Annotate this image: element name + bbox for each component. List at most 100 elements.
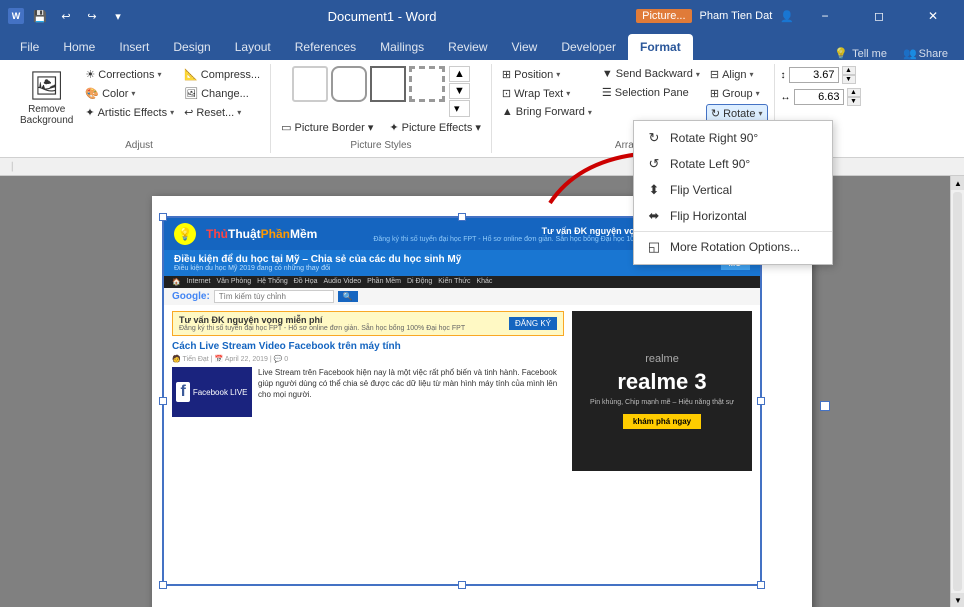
ad-dang-ky-button[interactable]: ĐĂNG KÝ: [509, 317, 557, 330]
height-down-button[interactable]: ▼: [842, 75, 856, 84]
site-tagline: Tư vấn ĐK nguyện vọng miễn phí: [327, 226, 685, 236]
height-input[interactable]: [789, 67, 839, 83]
handle-ml[interactable]: [159, 397, 167, 405]
width-spinner[interactable]: ▲ ▼: [847, 88, 861, 106]
nav-mobile[interactable]: Di Động: [407, 278, 432, 286]
position-button[interactable]: ⊞ Position ▾: [498, 66, 596, 83]
wrap-text-button[interactable]: ⊡ Wrap Text ▾: [498, 85, 596, 102]
width-input[interactable]: [794, 89, 844, 105]
nav-home[interactable]: 🏠: [172, 278, 181, 286]
selection-pane-button[interactable]: ☰ Selection Pane: [598, 84, 704, 101]
reset-button[interactable]: ↩ Reset... ▾: [180, 104, 264, 121]
scroll-up-button[interactable]: ▲: [951, 176, 964, 190]
position-icon: ⊞: [502, 68, 511, 81]
handle-mr[interactable]: [757, 397, 765, 405]
rotate-left-item[interactable]: ↺ Rotate Left 90°: [634, 151, 832, 177]
reset-icon: ↩: [184, 106, 193, 119]
rotate-right-item[interactable]: ↻ Rotate Right 90°: [634, 125, 832, 151]
handle-bl[interactable]: [159, 581, 167, 589]
user-name[interactable]: Pham Tien Dat: [700, 10, 773, 22]
tab-file[interactable]: File: [8, 34, 51, 60]
change-picture-icon: 🖼: [184, 87, 198, 100]
style-down-button[interactable]: ▼: [449, 83, 470, 99]
compress-button[interactable]: 📐 Compress...: [180, 66, 264, 83]
tab-home[interactable]: Home: [51, 34, 107, 60]
share-button[interactable]: 👥 Share: [895, 47, 956, 60]
remove-bg-icon: 🖼: [29, 69, 65, 102]
close-button[interactable]: ✕: [910, 0, 956, 32]
context-tab-label[interactable]: Picture...: [636, 9, 691, 23]
realme-cta-button[interactable]: khám phá ngay: [623, 414, 701, 429]
handle-tc[interactable]: [458, 213, 466, 221]
tab-developer[interactable]: Developer: [549, 34, 628, 60]
share-label: Share: [919, 48, 948, 60]
restore-button[interactable]: ◻: [856, 0, 902, 32]
corrections-icon: ☀: [85, 68, 95, 81]
tab-format[interactable]: Format: [628, 34, 693, 60]
tab-insert[interactable]: Insert: [107, 34, 161, 60]
redo-qat-button[interactable]: ↪: [82, 6, 102, 26]
site-search-input[interactable]: [214, 290, 334, 303]
style-swatch-2[interactable]: [331, 66, 367, 102]
rotate-dropdown: ↻ Rotate Right 90° ↺ Rotate Left 90° ⬍ F…: [633, 120, 833, 265]
handle-tl[interactable]: [159, 213, 167, 221]
tab-review[interactable]: Review: [436, 34, 499, 60]
scroll-thumb[interactable]: [953, 192, 962, 591]
style-swatch-4[interactable]: [409, 66, 445, 102]
nav-office[interactable]: Văn Phòng: [216, 278, 251, 286]
nav-software[interactable]: Phần Mềm: [367, 278, 401, 286]
picture-border-button[interactable]: ▭ Picture Border ▾: [277, 119, 377, 136]
align-button[interactable]: ⊟ Align ▾: [706, 66, 768, 83]
style-swatch-3[interactable]: [370, 66, 406, 102]
flip-vertical-item[interactable]: ⬍ Flip Vertical: [634, 177, 832, 203]
send-backward-button[interactable]: ▼ Send Backward ▾: [598, 66, 704, 82]
scroll-down-button[interactable]: ▼: [951, 593, 964, 607]
tab-mailings[interactable]: Mailings: [368, 34, 436, 60]
tell-me-box[interactable]: 💡 Tell me: [826, 47, 895, 60]
scroll-handle-right[interactable]: [820, 401, 830, 411]
group-button[interactable]: ⊞ Group ▾: [706, 85, 768, 102]
tab-layout[interactable]: Layout: [223, 34, 283, 60]
handle-br[interactable]: [757, 581, 765, 589]
account-icon[interactable]: 👤: [780, 10, 794, 23]
flip-vertical-icon: ⬍: [646, 182, 662, 198]
nav-internet[interactable]: Internet: [187, 278, 211, 286]
effects-button[interactable]: ✦ Artistic Effects ▾: [81, 104, 178, 121]
width-up-button[interactable]: ▲: [847, 88, 861, 97]
bring-forward-button[interactable]: ▲ Bring Forward ▾: [498, 104, 596, 120]
style-swatch-1[interactable]: [292, 66, 328, 102]
height-spinner[interactable]: ▲ ▼: [842, 66, 856, 84]
handle-bc[interactable]: [458, 581, 466, 589]
vertical-scrollbar[interactable]: ▲ ▼: [950, 176, 964, 607]
minimize-button[interactable]: −: [802, 0, 848, 32]
qat-more-button[interactable]: ▾: [108, 6, 128, 26]
nav-system[interactable]: Hệ Thống: [257, 278, 288, 286]
corrections-button[interactable]: ☀ Corrections ▾: [81, 66, 178, 83]
tab-design[interactable]: Design: [161, 34, 222, 60]
rotate-label: Rotate: [723, 108, 755, 120]
save-qat-button[interactable]: 💾: [30, 6, 50, 26]
change-picture-button[interactable]: 🖼 Change...: [180, 85, 264, 102]
flip-horizontal-item[interactable]: ⬌ Flip Horizontal: [634, 203, 832, 229]
tab-view[interactable]: View: [500, 34, 550, 60]
style-up-button[interactable]: ▲: [449, 66, 470, 82]
style-more-button[interactable]: ▾: [449, 100, 470, 117]
align-icon: ⊟: [710, 68, 719, 81]
height-up-button[interactable]: ▲: [842, 66, 856, 75]
nav-knowledge[interactable]: Kiến Thức: [438, 278, 470, 286]
corrections-arrow: ▾: [158, 70, 162, 79]
nav-more[interactable]: Khác: [476, 278, 492, 286]
site-search-button[interactable]: 🔍: [338, 291, 358, 302]
flip-horizontal-label: Flip Horizontal: [670, 209, 747, 223]
color-button[interactable]: 🎨 Color ▾: [81, 85, 178, 102]
nav-graphics[interactable]: Đồ Họa: [294, 278, 318, 286]
undo-qat-button[interactable]: ↩: [56, 6, 76, 26]
flip-vertical-label: Flip Vertical: [670, 183, 732, 197]
nav-audio[interactable]: Audio Video: [323, 278, 361, 286]
site-header-right: Tư vấn ĐK nguyện vọng miễn phí Đăng ký t…: [327, 226, 685, 243]
picture-effects-button[interactable]: ✦ Picture Effects ▾: [385, 119, 485, 136]
remove-background-button[interactable]: 🖼 RemoveBackground: [14, 66, 79, 129]
tab-references[interactable]: References: [283, 34, 368, 60]
more-rotation-item[interactable]: ◱ More Rotation Options...: [634, 231, 832, 260]
width-down-button[interactable]: ▼: [847, 97, 861, 106]
